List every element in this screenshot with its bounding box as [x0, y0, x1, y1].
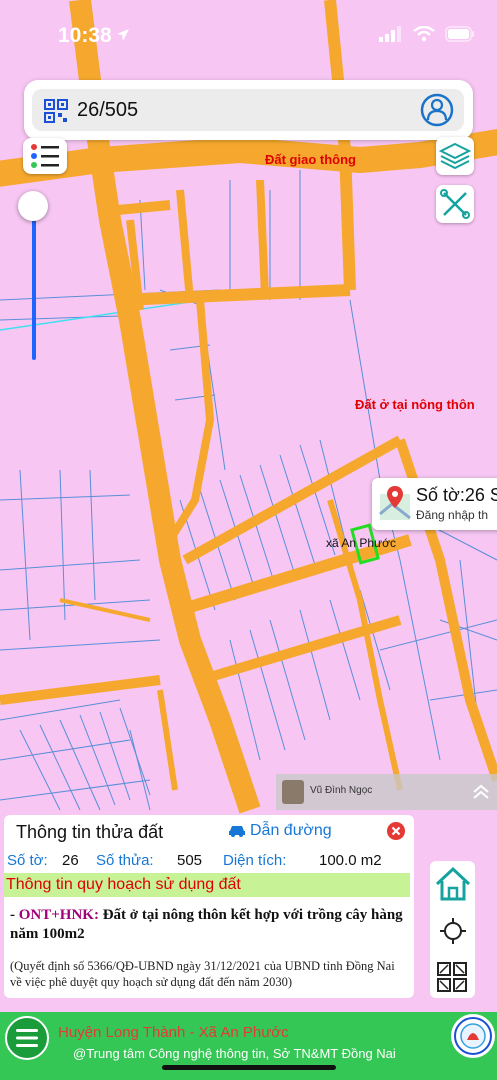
close-icon [391, 826, 401, 836]
area-value: 100.0 m2 [319, 852, 382, 869]
panel-title: Thông tin thửa đất [16, 822, 164, 842]
expand-icon[interactable] [436, 961, 468, 993]
close-panel-button[interactable] [387, 822, 405, 840]
side-toolbar [430, 861, 475, 998]
planning-section-header: Thông tin quy hoạch sử dụng đất [4, 873, 410, 897]
popup-title: Số tờ:26 S [416, 485, 497, 505]
opacity-slider-handle[interactable] [18, 191, 48, 221]
home-icon[interactable] [433, 864, 473, 904]
search-bar: 26/505 [24, 80, 473, 140]
legend-icon [31, 144, 59, 168]
streetview-contributor: Vũ Đình Ngọc [310, 785, 373, 796]
user-icon[interactable] [420, 93, 454, 127]
directions-button[interactable]: Dẫn đường [228, 822, 332, 840]
qr-scan-icon[interactable] [44, 99, 68, 123]
car-icon [229, 826, 245, 837]
road-land-label: Đất giao thông [265, 152, 356, 167]
status-time: 10:38 [58, 24, 112, 47]
logo [451, 1014, 495, 1058]
parcel-info-panel: Thông tin thửa đất Dẫn đường Số tờ: 26 S… [4, 815, 414, 998]
search-input[interactable]: 26/505 [77, 99, 138, 122]
residential-land-label: Đất ở tại nông thôn [355, 397, 475, 412]
crosshair-icon[interactable] [439, 917, 467, 945]
sheet-label: Số tờ: [7, 852, 48, 869]
land-use-description: - ONT+HNK: Đất ở tại nông thôn kết hợp v… [10, 906, 408, 944]
search-field[interactable]: 26/505 [32, 89, 464, 131]
battery-icon [445, 26, 474, 42]
streetview-chevron-icon[interactable] [471, 782, 491, 802]
popup-login-hint[interactable]: Đăng nhập th [416, 508, 488, 522]
layers-button[interactable] [436, 137, 474, 175]
sheet-value: 26 [62, 852, 79, 869]
location-title: Huyện Long Thành - Xã An Phước [58, 1024, 289, 1041]
desc-prefix: - [10, 907, 19, 923]
location-arrow-icon [117, 29, 129, 41]
layers-icon [438, 142, 472, 170]
status-bar: 10:38 [0, 0, 497, 72]
opacity-slider-track[interactable] [32, 212, 36, 360]
logo-icon [454, 1017, 492, 1055]
map-pin-icon [379, 486, 411, 520]
legend-button[interactable] [23, 138, 67, 174]
parcel-label: Số thửa: [96, 852, 154, 869]
menu-button[interactable] [5, 1016, 49, 1060]
signal-icon [379, 26, 401, 42]
directions-label: Dẫn đường [250, 822, 332, 839]
home-indicator [162, 1065, 336, 1070]
area-label: Diện tích: [223, 852, 287, 869]
planning-section-title: Thông tin quy hoạch sử dụng đất [6, 876, 241, 893]
credit-text: @Trung tâm Công nghệ thông tin, Sở TN&MT… [73, 1046, 396, 1061]
decision-note: (Quyết định số 5366/QĐ-UBND ngày 31/12/2… [10, 959, 395, 989]
streetview-avatar [282, 780, 304, 804]
land-use-code: ONT+HNK: [18, 907, 99, 923]
parcel-value: 505 [177, 852, 203, 869]
streetview-strip[interactable]: Vũ Đình Ngọc [276, 774, 497, 810]
measure-button[interactable] [436, 185, 474, 223]
parcel-popup[interactable]: Số tờ:26 S Đăng nhập th [372, 478, 497, 530]
measure-icon [440, 189, 470, 219]
menu-icon [16, 1029, 38, 1047]
commune-label: xã An Phước [326, 536, 396, 550]
wifi-icon [413, 26, 435, 42]
